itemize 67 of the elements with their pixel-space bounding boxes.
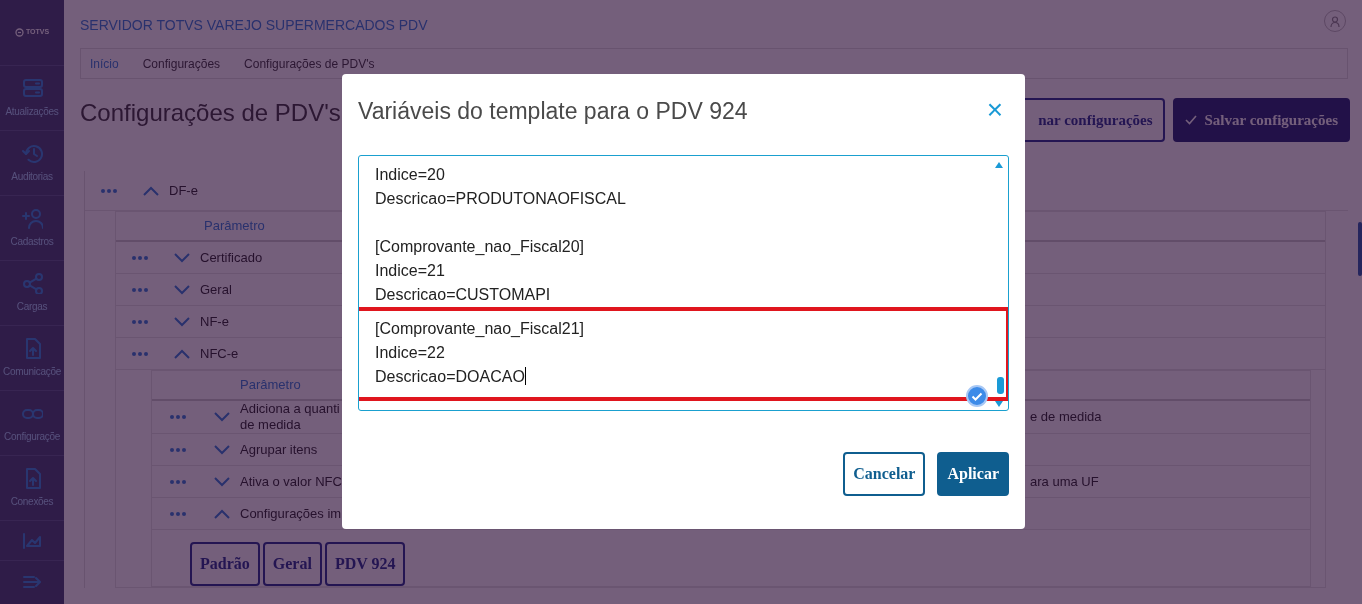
column-header: Parâmetro [240,376,301,395]
breadcrumb-link[interactable]: Configurações de PDV's [244,54,375,73]
scroll-up-icon[interactable] [994,160,1004,169]
chevron-down-icon[interactable] [214,412,230,422]
collapse-menu-icon[interactable] [22,574,42,590]
more-options-icon[interactable] [101,188,117,193]
chevron-down-icon[interactable] [174,284,190,295]
more-options-icon[interactable] [170,511,186,516]
chevron-down-icon[interactable] [174,316,190,327]
tree-item-label: Adiciona a quanti de medida [240,401,340,433]
history-icon[interactable] [21,142,43,164]
code-line: Indice=20 [375,164,445,185]
apply-button[interactable]: Aplicar [937,451,1009,496]
tree-item-label: Geral [200,280,232,299]
share-icon[interactable] [21,272,43,294]
add-user-icon[interactable] [21,207,43,229]
scrollbar-thumb[interactable] [997,376,1004,394]
server-icon[interactable] [21,77,43,99]
more-options-icon[interactable] [170,447,186,452]
chevron-up-icon[interactable] [174,348,190,359]
scrollbar-thumb[interactable] [1358,222,1362,276]
breadcrumb-link[interactable]: Início [90,54,119,73]
user-icon [1330,15,1340,27]
scroll-down-icon[interactable] [994,399,1004,408]
close-button[interactable]: × [984,96,1005,124]
tree-item-label: Ativa o valor NFC [240,473,342,490]
chart-icon[interactable] [21,531,43,550]
code-line: Descricao=CUSTOMAPI [375,284,551,305]
option-button[interactable]: Geral [262,542,322,586]
breadcrumb-link[interactable]: Configurações [142,54,221,73]
code-line: [Comprovante_nao_Fiscal20] [375,236,584,257]
check-badge-icon [966,384,988,407]
more-options-icon[interactable] [132,319,148,324]
more-options-icon[interactable] [170,479,186,484]
logo-icon [14,28,24,37]
more-options-icon[interactable] [132,351,148,356]
more-options-icon[interactable] [132,255,148,260]
app-title: SERVIDOR TOTVS VAREJO SUPERMERCADOS PDV [80,16,428,35]
more-options-icon[interactable] [170,415,186,419]
check-icon [1184,115,1197,125]
code-editor[interactable]: Indice=20 Descricao=PRODUTONAOFISCAL [Comprovante_nao_Fiscal20] Indice=21 Descricao=CUSTOMAPI [Comprovante_nao_Fiscal21] Indice=22 Descricao=DOACAO [358,154,1009,411]
code-line: Indice=22 [375,342,445,363]
chevron-down-icon[interactable] [174,252,190,263]
code-line: [Comprovante_nao_Fiscal21] [375,318,584,339]
code-line: Descricao=DOACAO [375,365,526,387]
chevron-up-icon[interactable] [214,508,230,519]
modal-title: Variáveis do template para o PDV 924 [358,98,748,126]
cancel-button[interactable]: Cancelar [843,451,926,496]
tree-item-label: Agrupar itens [240,441,318,458]
action-button[interactable]: Salvar configurações [1172,98,1350,142]
chevron-up-icon[interactable] [143,185,159,196]
column-header: Parâmetro [204,217,265,236]
tree-item-label: DF-e [169,181,198,200]
value-text: e de medida [1030,408,1102,427]
tree-item-label: Certificado [200,248,263,267]
code-line: Descricao=PRODUTONAOFISCAL [375,188,626,209]
option-button[interactable]: Padrão [190,542,260,586]
option-button[interactable]: PDV 924 [324,542,406,586]
tree-item-label: Configurações im [240,505,342,522]
tree-item-label: NFC-e [200,344,239,363]
value-text: ara uma UF [1030,472,1099,491]
chevron-down-icon[interactable] [214,444,230,455]
code-line: Indice=21 [375,260,445,281]
tree-item-label: NF-e [200,312,229,331]
page-title: Configurações de PDV's [80,98,341,128]
chevron-down-icon[interactable] [214,476,230,487]
more-options-icon[interactable] [132,287,148,292]
